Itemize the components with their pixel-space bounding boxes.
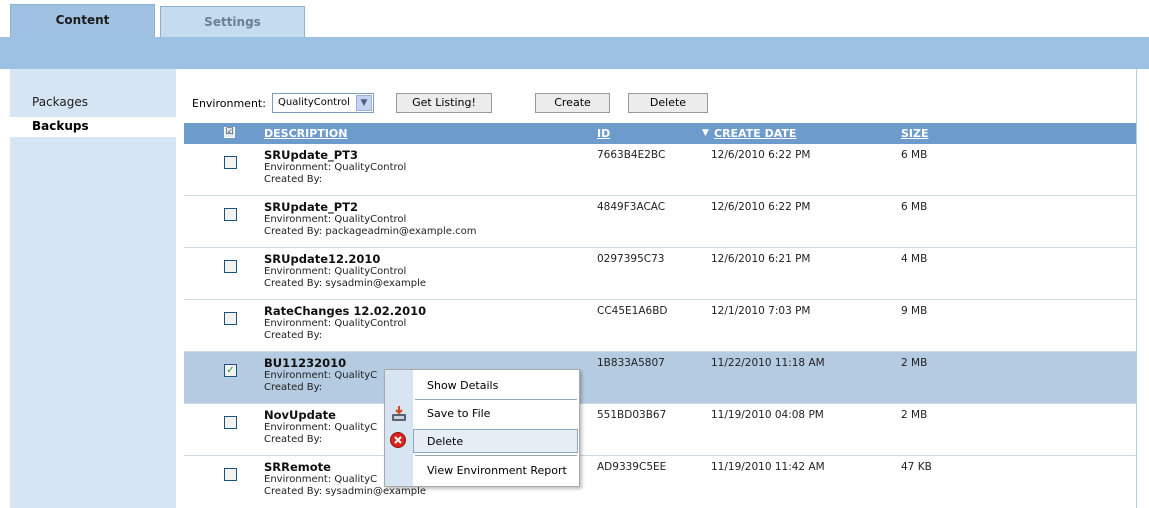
- backup-name: BU11232010: [264, 356, 347, 370]
- context-menu-item-delete[interactable]: Delete: [413, 429, 578, 453]
- backup-name: SRUpdate_PT2: [264, 200, 359, 214]
- backup-created-by: Created By: sysadmin@example: [264, 278, 427, 289]
- context-menu: Show Details Save to File Delete View En…: [384, 369, 580, 487]
- backups-table: ☑ DESCRIPTION ID ▼ CREATE DATE SIZE SRUp…: [184, 123, 1136, 508]
- column-header-description[interactable]: DESCRIPTION: [264, 127, 347, 140]
- backup-environment: Environment: QualityControl: [264, 214, 407, 225]
- tab-settings[interactable]: Settings: [160, 6, 305, 38]
- row-description: NovUpdate Environment: QualityC Created …: [264, 408, 377, 446]
- backup-size: 2 MB: [901, 357, 928, 369]
- context-menu-label: View Environment Report: [427, 464, 567, 477]
- table-row[interactable]: SRUpdate_PT2 Environment: QualityControl…: [184, 196, 1136, 248]
- context-menu-item-view-environment-report[interactable]: View Environment Report: [385, 459, 579, 483]
- table-header: ☑ DESCRIPTION ID ▼ CREATE DATE SIZE: [184, 123, 1136, 144]
- backup-size: 9 MB: [901, 305, 928, 317]
- backup-date: 11/19/2010 11:42 AM: [711, 461, 825, 473]
- row-checkbox[interactable]: [224, 468, 237, 481]
- context-menu-item-save-to-file[interactable]: Save to File: [385, 402, 579, 426]
- backup-environment: Environment: QualityControl: [264, 162, 407, 173]
- backup-environment: Environment: QualityControl: [264, 318, 407, 329]
- select-all-checkbox[interactable]: ☑: [224, 127, 235, 138]
- context-menu-separator: [415, 455, 577, 456]
- table-row[interactable]: SRRemote Environment: QualityC Created B…: [184, 456, 1136, 508]
- table-row[interactable]: SRUpdate_PT3 Environment: QualityControl…: [184, 144, 1136, 196]
- backup-id: 1B833A5807: [597, 357, 665, 369]
- context-menu-separator: [415, 399, 577, 400]
- context-menu-label: Delete: [427, 435, 464, 448]
- backup-id: 4849F3ACAC: [597, 201, 666, 213]
- context-menu-label: Save to File: [427, 407, 491, 420]
- row-description: SRUpdate_PT3 Environment: QualityControl…: [264, 148, 406, 186]
- column-header-id[interactable]: ID: [597, 127, 610, 140]
- backup-date: 12/6/2010 6:22 PM: [711, 201, 811, 213]
- backup-created-by: Created By: packageadmin@example.com: [264, 226, 477, 237]
- sort-desc-icon: ▼: [702, 128, 709, 138]
- backup-created-by: Created By:: [264, 330, 323, 341]
- create-button[interactable]: Create: [535, 93, 610, 113]
- backup-size: 2 MB: [901, 409, 928, 421]
- save-icon: [389, 404, 409, 424]
- table-row-selected[interactable]: ✓ BU11232010 Environment: QualityC Creat…: [184, 352, 1136, 404]
- backup-date: 11/22/2010 11:18 AM: [711, 357, 825, 369]
- backup-size: 6 MB: [901, 201, 928, 213]
- backup-created-by: Created By: sysadmin@example: [264, 486, 427, 497]
- backup-created-by: Created By:: [264, 434, 323, 445]
- row-checkbox[interactable]: [224, 312, 237, 325]
- backup-size: 4 MB: [901, 253, 928, 265]
- backup-id: CC45E1A6BD: [597, 305, 668, 317]
- backup-size: 6 MB: [901, 149, 928, 161]
- column-header-create-date[interactable]: CREATE DATE: [714, 127, 796, 140]
- environment-select-value: QualityControl: [278, 97, 350, 108]
- backup-date: 12/6/2010 6:22 PM: [711, 149, 811, 161]
- tab-bar: Content Settings: [0, 0, 1149, 38]
- delete-icon: [389, 431, 409, 451]
- backup-date: 12/6/2010 6:21 PM: [711, 253, 811, 265]
- table-row[interactable]: RateChanges 12.02.2010 Environment: Qual…: [184, 300, 1136, 352]
- sidebar-item-packages[interactable]: Packages: [32, 95, 88, 109]
- header-banner: [0, 37, 1149, 69]
- backup-environment: Environment: QualityControl: [264, 266, 407, 277]
- environment-label: Environment:: [192, 97, 266, 110]
- row-checkbox-checked[interactable]: ✓: [224, 364, 237, 377]
- backup-id: AD9339C5EE: [597, 461, 667, 473]
- main-right-border: [1136, 69, 1148, 508]
- chevron-down-icon[interactable]: ▼: [356, 95, 372, 111]
- backup-name: RateChanges 12.02.2010: [264, 304, 427, 318]
- context-menu-label: Show Details: [427, 379, 499, 392]
- backup-created-by: Created By:: [264, 174, 323, 185]
- get-listing-button[interactable]: Get Listing!: [396, 93, 492, 113]
- row-description: BU11232010 Environment: QualityC Created…: [264, 356, 377, 394]
- row-description: SRUpdate_PT2 Environment: QualityControl…: [264, 200, 476, 238]
- column-header-size[interactable]: SIZE: [901, 127, 929, 140]
- table-row[interactable]: NovUpdate Environment: QualityC Created …: [184, 404, 1136, 456]
- backup-date: 11/19/2010 04:08 PM: [711, 409, 824, 421]
- table-row[interactable]: SRUpdate12.2010 Environment: QualityCont…: [184, 248, 1136, 300]
- backup-date: 12/1/2010 7:03 PM: [711, 305, 811, 317]
- backup-id: 7663B4E2BC: [597, 149, 666, 161]
- backup-created-by: Created By:: [264, 382, 323, 393]
- delete-button[interactable]: Delete: [628, 93, 708, 113]
- row-description: RateChanges 12.02.2010 Environment: Qual…: [264, 304, 426, 342]
- environment-select[interactable]: QualityControl ▼: [272, 93, 374, 113]
- row-checkbox[interactable]: [224, 416, 237, 429]
- context-menu-item-show-details[interactable]: Show Details: [385, 374, 579, 398]
- backup-id: 551BD03B67: [597, 409, 667, 421]
- row-checkbox[interactable]: [224, 260, 237, 273]
- row-checkbox[interactable]: [224, 156, 237, 169]
- backup-name: NovUpdate: [264, 408, 336, 422]
- backup-name: SRUpdate_PT3: [264, 148, 359, 162]
- row-description: SRUpdate12.2010 Environment: QualityCont…: [264, 252, 426, 290]
- backup-size: 47 KB: [901, 461, 932, 473]
- backup-environment: Environment: QualityC: [264, 422, 378, 433]
- tab-content[interactable]: Content: [10, 4, 155, 38]
- backup-id: 0297395C73: [597, 253, 665, 265]
- row-checkbox[interactable]: [224, 208, 237, 221]
- sidebar-item-backups[interactable]: Backups: [10, 117, 176, 137]
- backup-environment: Environment: QualityC: [264, 370, 378, 381]
- backup-name: SRUpdate12.2010: [264, 252, 381, 266]
